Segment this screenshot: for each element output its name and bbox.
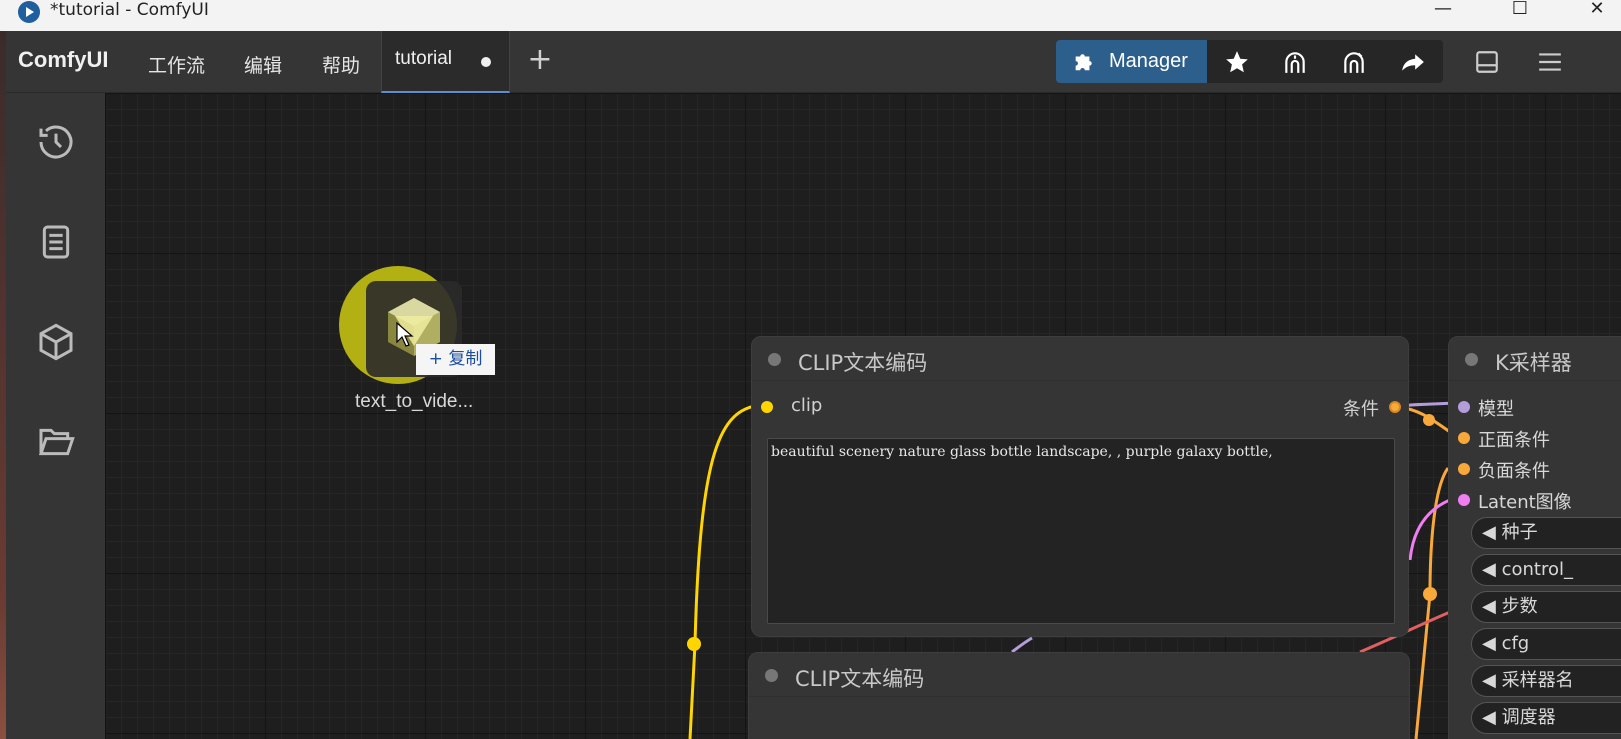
- maximize-button[interactable]: ☐: [1497, 0, 1543, 22]
- menu-edit[interactable]: 编辑: [244, 51, 282, 78]
- ksampler-node[interactable]: K采样器 模型 正面条件 负面条件 Latent图像 ◀ 种子 ◀ contro…: [1448, 336, 1621, 739]
- folder-open-icon[interactable]: [36, 422, 76, 462]
- port-label: 条件: [1343, 399, 1379, 420]
- clip-text-encode-node[interactable]: CLIP文本编码 clip 条件 beautiful scenery natur…: [751, 336, 1409, 637]
- brand-logo: ComfyUI: [18, 47, 109, 72]
- bottom-panel-icon[interactable]: [1474, 49, 1500, 75]
- puzzle-icon: [1075, 54, 1092, 71]
- collapse-dot-icon[interactable]: [1465, 353, 1478, 366]
- tab-tutorial[interactable]: tutorial: [381, 31, 510, 93]
- conditioning-port-dot-icon[interactable]: [1389, 401, 1401, 413]
- manager-button[interactable]: Manager: [1056, 40, 1207, 83]
- hamburger-menu-icon[interactable]: [1536, 49, 1564, 75]
- cube-icon[interactable]: [36, 322, 76, 362]
- scheduler-widget[interactable]: ◀ 调度器: [1471, 702, 1621, 734]
- app-icon: [18, 1, 40, 23]
- conditioning-output-port[interactable]: 条件: [1337, 395, 1405, 420]
- tab-label: tutorial: [395, 48, 453, 69]
- clip-text-encode-node-2[interactable]: CLIP文本编码: [748, 652, 1410, 739]
- clip-port-dot-icon[interactable]: [761, 401, 773, 413]
- left-sidebar: [6, 93, 105, 739]
- port-label: 模型: [1478, 399, 1514, 420]
- book-icon[interactable]: [36, 222, 76, 262]
- mouse-cursor-icon: [396, 322, 414, 347]
- share-icon[interactable]: [1400, 49, 1426, 75]
- add-tab-button[interactable]: +: [524, 45, 556, 77]
- unsaved-dot-icon: [481, 57, 491, 67]
- node-header[interactable]: K采样器: [1449, 337, 1621, 381]
- minimize-button[interactable]: —: [1420, 0, 1466, 22]
- drag-file-label: text_to_vide...: [355, 391, 474, 412]
- positive-port-dot-icon[interactable]: [1458, 432, 1470, 444]
- toolbar-group: Manager: [1056, 40, 1443, 83]
- menu-workflow[interactable]: 工作流: [148, 51, 205, 78]
- node-title: CLIP文本编码: [798, 351, 928, 375]
- node-header[interactable]: CLIP文本编码: [749, 653, 1409, 697]
- port-label: Latent图像: [1478, 492, 1572, 513]
- prompt-text: beautiful scenery nature glass bottle la…: [771, 444, 1273, 460]
- history-icon[interactable]: [36, 122, 76, 162]
- node-header[interactable]: CLIP文本编码: [752, 337, 1408, 381]
- app-menubar: ComfyUI 工作流 编辑 帮助 tutorial + Manager: [6, 31, 1621, 93]
- window-title: *tutorial - ComfyUI: [50, 0, 209, 20]
- menu-help[interactable]: 帮助: [322, 51, 360, 78]
- window-titlebar: *tutorial - ComfyUI — ☐ ✕: [0, 0, 1621, 31]
- control-widget[interactable]: ◀ control_: [1471, 554, 1621, 586]
- sampler-name-widget[interactable]: ◀ 采样器名: [1471, 665, 1621, 697]
- cfg-widget[interactable]: ◀ cfg: [1471, 628, 1621, 660]
- model-icon-2[interactable]: [1341, 49, 1367, 75]
- port-label: 负面条件: [1478, 461, 1550, 482]
- prompt-textarea[interactable]: beautiful scenery nature glass bottle la…: [767, 438, 1395, 624]
- seed-widget[interactable]: ◀ 种子: [1471, 517, 1621, 549]
- close-button[interactable]: ✕: [1574, 0, 1620, 22]
- port-label: 正面条件: [1478, 430, 1550, 451]
- copy-tooltip: + 复制: [416, 344, 495, 375]
- model-port-dot-icon[interactable]: [1458, 401, 1470, 413]
- manager-label: Manager: [1109, 50, 1188, 72]
- model-icon-1[interactable]: [1282, 49, 1308, 75]
- node-title: CLIP文本编码: [795, 667, 925, 691]
- star-icon[interactable]: [1224, 49, 1250, 75]
- node-title: K采样器: [1495, 351, 1572, 375]
- latent-port-dot-icon[interactable]: [1458, 494, 1470, 506]
- port-label: clip: [791, 395, 823, 416]
- collapse-dot-icon[interactable]: [765, 669, 778, 682]
- negative-port-dot-icon[interactable]: [1458, 463, 1470, 475]
- collapse-dot-icon[interactable]: [768, 353, 781, 366]
- steps-widget[interactable]: ◀ 步数: [1471, 591, 1621, 623]
